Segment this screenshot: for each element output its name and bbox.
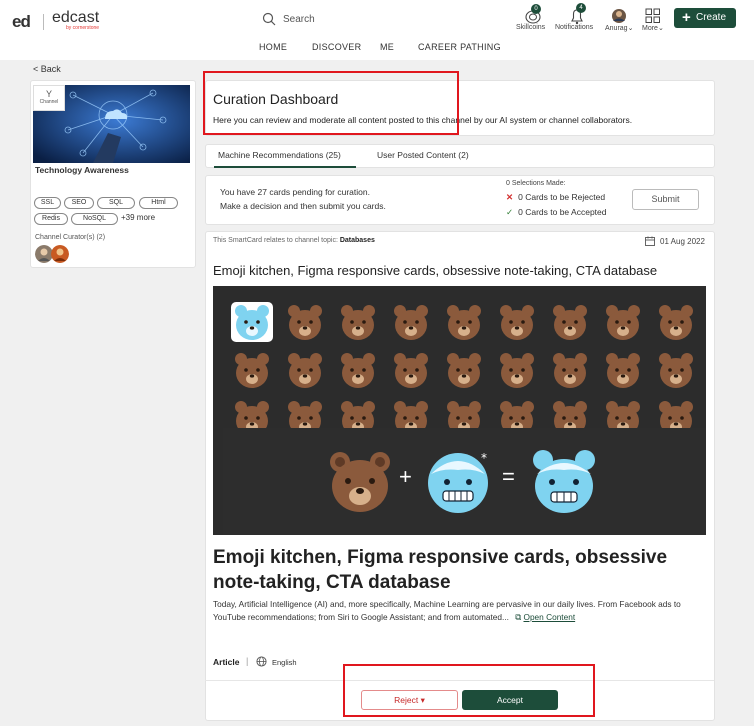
card-headline[interactable]: Emoji kitchen, Figma responsive cards, o… xyxy=(213,545,713,595)
notifications-label[interactable]: Notifications xyxy=(555,24,593,31)
bear-emoji-icon xyxy=(330,452,390,512)
pending-count-text: You have 27 cards pending for curation. xyxy=(220,187,370,197)
globe-icon xyxy=(256,656,267,667)
tab-machine-recommendations[interactable]: Machine Recommendations (25) xyxy=(218,150,341,160)
reject-x-icon: ✕ xyxy=(506,192,514,202)
card-date: 01 Aug 2022 xyxy=(660,237,705,246)
tag-seo[interactable]: SEO xyxy=(64,197,94,209)
submit-button[interactable]: Submit xyxy=(632,189,699,210)
curators-label: Channel Curator(s) (2) xyxy=(35,234,106,241)
highlight-box xyxy=(203,71,459,135)
channel-type-label: Channel xyxy=(39,99,59,105)
bear-emoji-icon xyxy=(553,353,587,388)
emoji-combo: + * = xyxy=(223,428,706,535)
back-link[interactable]: < Back xyxy=(33,64,61,74)
plus-icon: + xyxy=(399,464,412,489)
bear-emoji-icon xyxy=(288,305,322,340)
bear-emoji-icon xyxy=(341,353,375,388)
create-label: Create xyxy=(696,12,727,23)
bear-emoji-icon xyxy=(231,302,273,342)
search-icon[interactable] xyxy=(262,12,276,26)
logo-ed[interactable]: ed xyxy=(12,12,31,32)
logo-subtitle: by cornerstone xyxy=(66,25,100,31)
highlight-box xyxy=(343,664,595,717)
meta-divider: | xyxy=(246,656,249,666)
card-description: Today, Artificial Intelligence (AI) and,… xyxy=(213,598,703,624)
bear-emoji-icon xyxy=(606,353,640,388)
channel-image[interactable]: Y Channel xyxy=(33,85,190,163)
channel-title[interactable]: Technology Awareness xyxy=(35,165,129,175)
tab-user-posted-content[interactable]: User Posted Content (2) xyxy=(377,150,469,160)
bear-emoji-icon xyxy=(553,305,587,340)
more-label[interactable]: More⌄ xyxy=(642,24,664,32)
top-bar: ed edcast by cornerstone Search 0 Skillc… xyxy=(0,0,754,60)
rejected-count-row: ✕ 0 Cards to be Rejected xyxy=(506,192,605,203)
nav-discover[interactable]: DISCOVER xyxy=(312,42,361,52)
active-tab-indicator xyxy=(214,166,356,168)
curator-avatar[interactable] xyxy=(51,245,69,263)
avatar[interactable] xyxy=(604,6,634,26)
tag-sql[interactable]: SQL xyxy=(97,197,135,209)
pending-instruction-text: Make a decision and then submit you card… xyxy=(220,201,386,211)
bear-emoji-icon xyxy=(447,353,481,388)
skillcoins-badge: 0 xyxy=(531,4,541,14)
bear-emoji-icon xyxy=(659,305,693,340)
search-input[interactable]: Search xyxy=(283,14,315,25)
bear-emoji-icon xyxy=(606,305,640,340)
tag-redis[interactable]: Redis xyxy=(34,213,68,225)
equals-icon: = xyxy=(502,464,515,489)
topic-prefix: This SmartCard relates to channel topic: xyxy=(213,237,338,244)
topic-line: This SmartCard relates to channel topic:… xyxy=(213,237,375,244)
more-tags-link[interactable]: +39 more xyxy=(121,213,155,222)
channel-type-icon: Y xyxy=(45,89,52,99)
bear-emoji-icon xyxy=(394,305,428,340)
bear-emoji-icon xyxy=(235,353,269,388)
card-image[interactable]: + * = xyxy=(213,286,706,535)
card-description-text: Today, Artificial Intelligence (AI) and,… xyxy=(213,599,681,622)
open-content-link[interactable]: Open Content xyxy=(523,612,575,622)
nav-home[interactable]: HOME xyxy=(259,42,287,52)
content-type: Article xyxy=(213,657,240,667)
calendar-icon xyxy=(645,236,655,246)
accept-check-icon: ✓ xyxy=(506,207,514,217)
accepted-count-row: ✓ 0 Cards to be Accepted xyxy=(506,207,607,218)
channel-type-badge: Y Channel xyxy=(33,85,65,111)
accepted-count-text: 0 Cards to be Accepted xyxy=(518,207,607,217)
notifications-badge: 4 xyxy=(576,3,586,13)
skillcoins-label[interactable]: Skillcoins xyxy=(516,24,545,31)
content-language: English xyxy=(272,658,297,667)
cold-face-icon: * xyxy=(428,451,488,513)
external-link-icon[interactable]: ⧉ xyxy=(515,612,521,622)
bear-emoji-icon xyxy=(500,305,534,340)
svg-text:*: * xyxy=(481,451,487,465)
tag-ssl[interactable]: SSL xyxy=(34,197,61,209)
bear-emoji-icon xyxy=(341,305,375,340)
topic-name: Databases xyxy=(339,237,375,244)
logo-divider xyxy=(43,14,44,30)
bear-emoji-icon xyxy=(659,353,693,388)
selections-count: 0 Selections Made: xyxy=(506,180,566,187)
user-name-label[interactable]: Anurag⌄ xyxy=(605,24,633,32)
plus-icon: + xyxy=(682,9,691,26)
cold-bear-emoji-icon xyxy=(533,450,595,513)
nav-me[interactable]: ME xyxy=(380,42,394,52)
bear-emoji-icon xyxy=(394,353,428,388)
tag-html[interactable]: Html xyxy=(139,197,178,209)
tag-nosql[interactable]: NoSQL xyxy=(71,213,118,225)
rejected-count-text: 0 Cards to be Rejected xyxy=(518,192,606,202)
card-title[interactable]: Emoji kitchen, Figma responsive cards, o… xyxy=(213,263,657,278)
bear-emoji-icon xyxy=(447,305,481,340)
grid-icon[interactable] xyxy=(638,6,668,26)
bear-emoji-icon xyxy=(500,353,534,388)
bear-emoji-icon xyxy=(288,353,322,388)
create-button[interactable]: + Create xyxy=(674,8,736,28)
nav-career-pathing[interactable]: CAREER PATHING xyxy=(418,42,501,52)
